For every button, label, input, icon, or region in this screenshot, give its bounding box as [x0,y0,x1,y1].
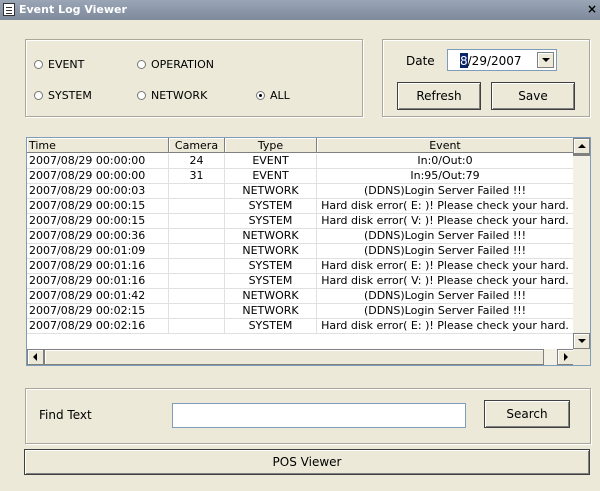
vertical-scroll-thumb[interactable] [573,154,590,156]
vertical-scrollbar[interactable] [573,138,590,349]
radio-system[interactable]: SYSTEM [34,89,92,102]
pos-viewer-button[interactable]: POS Viewer [24,449,590,475]
horizontal-scroll-thumb[interactable] [44,349,544,365]
table-row[interactable]: 2007/08/29 00:02:16 SYSTEM Hard disk error… [27,319,574,334]
column-header-camera[interactable]: Camera [169,138,225,153]
scroll-right-icon[interactable] [557,349,574,365]
table-row[interactable]: 2007/08/29 00:00:15 SYSTEM Hard disk error… [27,214,574,229]
chevron-down-icon[interactable] [537,52,554,68]
date-label: Date [406,54,435,68]
radio-system-circle [34,91,43,100]
radio-all-circle [256,91,265,100]
table-row[interactable]: 2007/08/29 00:01:16 SYSTEM Hard disk error… [27,274,574,289]
table-row[interactable]: 2007/08/29 00:02:15 NETWORK (DDNS)Login Se… [27,304,574,319]
table-row[interactable]: 2007/08/29 00:00:03 NETWORK (DDNS)Login Se… [27,184,574,199]
radio-operation-circle [137,60,146,69]
window-title: Event Log Viewer [19,3,127,16]
column-header-time[interactable]: Time [27,138,169,153]
app-icon [3,3,15,16]
radio-network-circle [137,91,146,100]
table-row[interactable]: 2007/08/29 00:01:42 NETWORK (DDNS)Login Se… [27,289,574,304]
table-row[interactable]: 2007/08/29 00:01:09 NETWORK (DDNS)Login Se… [27,244,574,259]
table-row[interactable]: 2007/08/29 00:00:00 24 EVENT In:0/Out:0 [27,154,574,169]
table-body: 2007/08/29 00:00:00 24 EVENT In:0/Out:0 200… [27,154,574,334]
title-bar[interactable]: Event Log Viewer × [0,0,600,20]
search-button[interactable]: Search [484,400,570,428]
scroll-down-icon[interactable] [573,333,590,349]
column-header-type[interactable]: Type [225,138,317,153]
horizontal-scrollbar[interactable] [27,349,574,365]
filter-group [25,39,363,117]
radio-all[interactable]: ALL [256,89,290,102]
column-header-event[interactable]: Event [317,138,574,153]
table-row[interactable]: 2007/08/29 00:00:15 SYSTEM Hard disk error… [27,199,574,214]
radio-all-label: ALL [270,89,290,102]
radio-event-circle [34,60,43,69]
event-table[interactable]: Time Camera Type Event 2007/08/29 00:00:… [26,137,591,366]
find-text-input[interactable] [172,403,466,428]
table-header: Time Camera Type Event [27,138,574,154]
radio-network-label: NETWORK [151,89,208,102]
radio-system-label: SYSTEM [48,89,92,102]
radio-event-label: EVENT [48,58,85,71]
save-button[interactable]: Save [491,82,575,110]
table-row[interactable]: 2007/08/29 00:00:36 NETWORK (DDNS)Login Se… [27,229,574,244]
table-row[interactable]: 2007/08/29 00:01:16 SYSTEM Hard disk error… [27,259,574,274]
radio-operation[interactable]: OPERATION [137,58,214,71]
date-value: 8/29/2007 [460,54,522,68]
refresh-button[interactable]: Refresh [397,82,481,110]
radio-event[interactable]: EVENT [34,58,84,71]
radio-network[interactable]: NETWORK [137,89,207,102]
radio-operation-label: OPERATION [151,58,214,71]
close-icon[interactable]: × [587,2,597,16]
scroll-left-icon[interactable] [27,349,44,365]
table-row[interactable]: 2007/08/29 00:00:00 31 EVENT In:95/Out:79 [27,169,574,184]
date-picker[interactable]: 8/29/2007 [447,49,557,71]
scrollbar-corner [573,349,590,365]
find-text-label: Find Text [39,408,92,422]
scroll-up-icon[interactable] [573,138,590,154]
